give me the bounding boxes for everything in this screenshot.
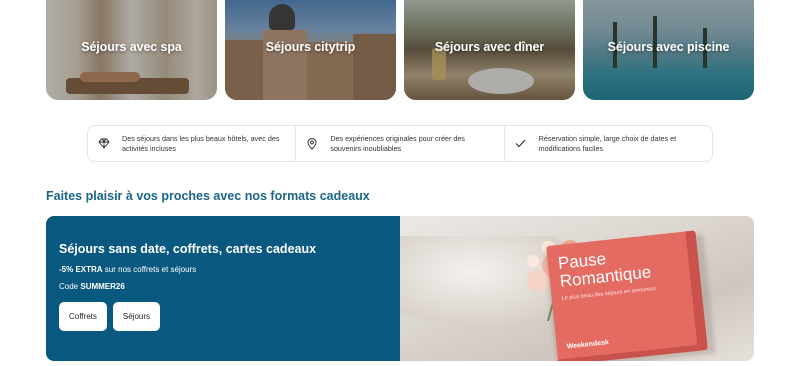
card-label: Séjours avec piscine	[607, 40, 730, 54]
feature-text: Des expériences originales pour créer de…	[330, 133, 465, 153]
promo-title: Séjours sans date, coffrets, cartes cade…	[59, 242, 317, 256]
coffrets-button[interactable]: Coffrets	[59, 302, 107, 331]
features-bar: Des séjours dans les plus beaux hôtels, …	[87, 125, 713, 162]
diamond-icon	[98, 138, 110, 150]
feature-item: Des séjours dans les plus beaux hôtels, …	[88, 126, 295, 161]
card-spa[interactable]: Séjours avec spa	[46, 0, 217, 100]
sejours-button[interactable]: Séjours	[112, 302, 160, 331]
feature-item: Réservation simple, large choix de dates…	[503, 126, 712, 161]
feature-item: Des expériences originales pour créer de…	[295, 126, 503, 161]
card-label: Séjours citytrip	[265, 40, 356, 54]
feature-text: Réservation simple, large choix de dates…	[538, 133, 677, 153]
promo-panel: Séjours sans date, coffrets, cartes cade…	[46, 216, 400, 361]
gifts-section-title: Faites plaisir à vos proches avec nos fo…	[46, 189, 370, 203]
promo-discount: -5% EXTRA sur nos coffrets et séjours	[59, 265, 197, 274]
card-label: Séjours avec spa	[81, 40, 182, 54]
category-cards: Séjours avec spa Séjours citytrip Séjour…	[46, 0, 754, 100]
location-pin-icon	[306, 137, 318, 150]
gift-box: Pause Romantique Le plus beau des séjour…	[546, 230, 708, 361]
feature-text: Des séjours dans les plus beaux hôtels, …	[122, 133, 280, 153]
card-diner[interactable]: Séjours avec dîner	[404, 0, 575, 100]
box-logo: Weekendesk	[566, 339, 610, 351]
card-citytrip[interactable]: Séjours citytrip	[225, 0, 396, 100]
checkmark-icon	[515, 138, 527, 150]
promo-code: Code SUMMER26	[59, 282, 125, 291]
card-label: Séjours avec dîner	[434, 40, 545, 54]
gift-promo-banner: Séjours sans date, coffrets, cartes cade…	[46, 216, 754, 361]
gift-box-image: Pause Romantique Le plus beau des séjour…	[400, 216, 754, 361]
card-piscine[interactable]: Séjours avec piscine	[583, 0, 754, 100]
